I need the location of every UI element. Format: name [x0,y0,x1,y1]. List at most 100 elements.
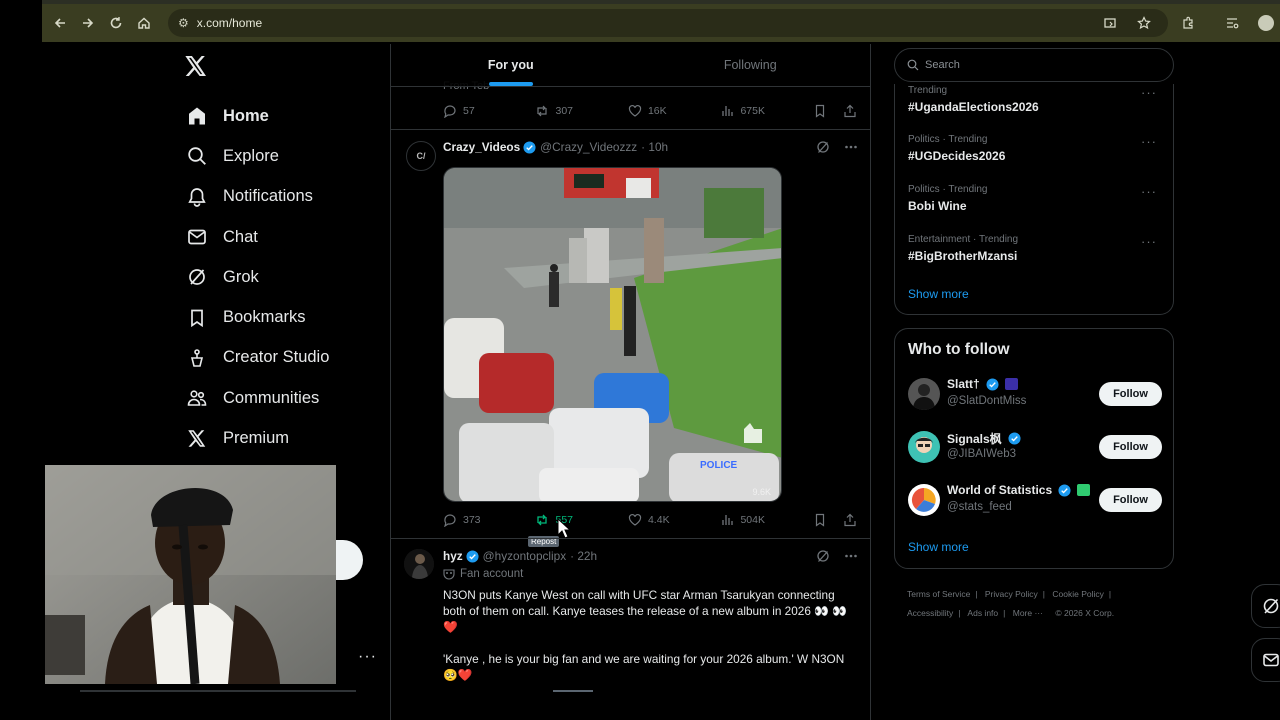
more-options-icon[interactable]: ··· [1141,134,1157,149]
home-page-icon[interactable] [130,9,158,37]
views-icon [722,515,734,525]
grok-float-button[interactable] [1251,584,1280,628]
trend-item[interactable]: Trending #UgandaElections2026 ··· [908,85,1163,114]
bell-icon [186,186,208,208]
follow-button[interactable]: Follow [1099,382,1162,406]
trends-show-more-link[interactable]: Show more [908,287,969,301]
nav-creator-studio[interactable]: Creator Studio [176,338,386,378]
post-text: N3ON puts Kanye West on call with UFC st… [443,588,847,634]
nav-explore[interactable]: Explore [176,136,386,176]
author-handle[interactable]: @Crazy_Videozzz [540,140,637,154]
view-count: 504K [740,514,765,526]
profile-avatar-icon[interactable] [1252,9,1280,37]
tab-label: For you [487,58,534,72]
repost-button[interactable]: 557 [535,513,627,527]
more-options-icon[interactable]: ··· [1141,85,1157,100]
avatar[interactable] [908,378,940,410]
tab-following[interactable]: Following [631,44,871,86]
nav-label: Communities [223,388,320,407]
mouse-cursor-icon [557,518,571,539]
footer-link[interactable]: More ··· [1013,608,1043,618]
grok-explain-icon[interactable] [816,549,830,563]
nav-communities[interactable]: Communities [176,378,386,418]
post-time[interactable]: · 22h [570,549,597,563]
site-info-icon[interactable]: ⚙ [178,16,189,30]
more-options-icon[interactable]: ··· [1141,184,1157,199]
like-button[interactable]: 4.4K [628,513,720,527]
footer-link[interactable]: Privacy Policy [985,589,1038,599]
avatar[interactable] [908,431,940,463]
account-more-icon[interactable]: ··· [358,648,377,666]
follow-button[interactable]: Follow [1099,435,1162,459]
share-button[interactable] [843,104,857,118]
trending-panel: Trending #UgandaElections2026 ··· Politi… [894,84,1174,315]
x-logo-icon[interactable] [174,48,218,84]
follow-suggestion[interactable]: Signals枫 @JIBAIWeb3 Follow [908,427,1162,467]
avatar[interactable]: C/ [406,141,436,171]
search-input[interactable] [925,59,1145,71]
back-icon[interactable] [46,9,74,37]
author-name[interactable]: Crazy_Videos [443,140,520,154]
account-name-row: World of Statistics [947,483,1091,497]
trend-item[interactable]: Entertainment · Trending #BigBrotherMzan… [908,234,1163,263]
search-box[interactable] [894,48,1174,82]
follow-suggestion[interactable]: World of Statistics @stats_feed Follow [908,480,1162,520]
scroll-indicator [553,690,593,692]
bookmark-post-button[interactable] [813,513,827,527]
trend-name: Bobi Wine [908,199,967,213]
toolbar-actions [1096,9,1280,37]
post-time[interactable]: · 10h [641,140,668,154]
repost-button[interactable]: 307 [535,104,627,118]
author-handle[interactable]: @hyzontopclipx [483,549,566,563]
creator-icon [186,347,208,369]
footer-link[interactable]: Terms of Service [907,589,970,599]
bookmark-post-button[interactable] [813,104,827,118]
reload-icon[interactable] [102,9,130,37]
footer-link[interactable]: Accessibility [907,608,953,618]
nav-bookmarks[interactable]: Bookmarks [176,297,386,337]
previous-post-actions: 57 307 16K 675K [443,101,857,121]
footer-link[interactable]: Ads info [967,608,998,618]
avatar[interactable] [404,549,434,579]
nav-chat[interactable]: Chat [176,217,386,257]
post-video[interactable]: POLICE 9.6K [443,167,782,502]
repost-icon [537,514,548,526]
nav-premium[interactable]: Premium [176,418,386,458]
repost-icon [537,105,548,117]
more-options-icon[interactable]: ··· [1141,234,1157,249]
views-button[interactable]: 504K [720,513,809,527]
bookmark-star-icon[interactable] [1130,9,1158,37]
views-button[interactable]: 675K [720,104,809,118]
follow-button[interactable]: Follow [1099,488,1162,512]
more-options-icon[interactable] [844,140,858,154]
forward-icon[interactable] [74,9,102,37]
left-navigation: Home Explore Notifications Chat Grok Boo… [176,48,386,459]
bookmark-icon [186,307,208,329]
grok-explain-icon[interactable] [816,140,830,154]
grok-icon [1263,598,1279,614]
follow-suggestion[interactable]: Slatt† @SlatDontMiss Follow [908,374,1162,414]
trend-name: #BigBrotherMzansi [908,249,1018,263]
avatar[interactable] [908,484,940,516]
reply-button[interactable]: 57 [443,104,535,118]
reply-count: 57 [463,105,475,117]
media-control-icon[interactable] [1218,9,1246,37]
trend-item[interactable]: Politics · Trending #UGDecides2026 ··· [908,134,1163,163]
more-options-icon[interactable] [844,549,858,563]
nav-grok[interactable]: Grok [176,257,386,297]
reply-button[interactable]: 373 [443,513,535,527]
tab-for-you[interactable]: For you [391,44,631,86]
cast-icon[interactable] [1096,9,1124,37]
extensions-icon[interactable] [1174,9,1202,37]
trend-item[interactable]: Politics · Trending Bobi Wine ··· [908,184,1163,213]
nav-home[interactable]: Home [176,96,386,136]
share-button[interactable] [843,513,857,527]
who-to-follow-show-more-link[interactable]: Show more [908,540,969,554]
author-name[interactable]: hyz [443,549,463,563]
address-bar[interactable]: ⚙ x.com/home [168,9,1168,37]
messages-float-button[interactable] [1251,638,1280,682]
footer-link[interactable]: Cookie Policy [1052,589,1104,599]
like-count: 16K [647,105,667,117]
nav-notifications[interactable]: Notifications [176,177,386,217]
like-button[interactable]: 16K [628,104,720,118]
